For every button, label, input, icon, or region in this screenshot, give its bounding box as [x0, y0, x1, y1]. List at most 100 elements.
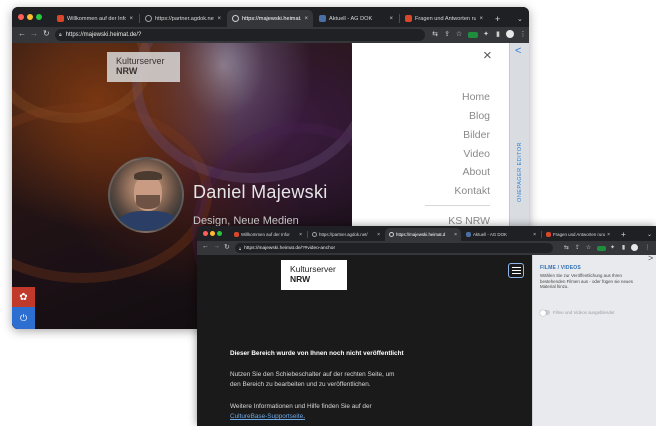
globe-icon	[312, 232, 317, 237]
kebab-menu-icon[interactable]: ⋮	[519, 30, 527, 38]
notice-link-suffix: .	[303, 413, 305, 420]
settings-gear-button[interactable]: ✿	[12, 287, 35, 307]
tab-aktuell-agdok[interactable]: Aktuell - AG DOK ×	[462, 228, 540, 241]
tab-aktuell-agdok[interactable]: Aktuell - AG DOK ×	[314, 10, 398, 27]
unpublished-notice-title: Dieser Bereich wurde von Ihnen noch nich…	[230, 350, 404, 357]
forward-arrow-icon[interactable]: →	[213, 243, 220, 250]
panel-title: FILME / VIDEOS	[540, 265, 581, 271]
lock-icon: 🔒︎	[239, 245, 242, 251]
kulturserver-logo[interactable]: Kulturserver NRW	[281, 260, 347, 290]
hamburger-menu-button[interactable]	[508, 263, 524, 278]
close-window-button[interactable]	[203, 231, 208, 236]
profile-avatar-icon[interactable]	[506, 30, 514, 38]
tab-partner-agdok[interactable]: https://partner.agdok.net/ ×	[308, 228, 384, 241]
zoom-window-button[interactable]	[36, 14, 42, 20]
new-tab-button[interactable]: +	[490, 10, 506, 27]
extension-badge-icon[interactable]	[597, 246, 606, 251]
logout-button[interactable]: ⏻	[12, 307, 35, 329]
minimize-window-button[interactable]	[27, 14, 33, 20]
profile-photo	[108, 157, 184, 233]
menu-item-bilder[interactable]: Bilder	[463, 129, 490, 141]
globe-icon	[145, 15, 152, 22]
browser-window-majewski-video: Willkommen auf der Infor × https://partn…	[197, 226, 656, 426]
close-menu-icon[interactable]: ×	[483, 48, 492, 63]
panel-description: Wählen Sie zur Veröffentlichung aus Ihre…	[540, 273, 633, 290]
publish-toggle[interactable]	[540, 309, 550, 316]
tab-majewski-active[interactable]: https://majewski.heimat.d ×	[227, 10, 313, 27]
kebab-menu-icon[interactable]: ⋮	[644, 244, 651, 251]
tab-partner-agdok[interactable]: https://partner.agdok.net/ ×	[140, 10, 226, 27]
translate-icon[interactable]: ⇆	[431, 30, 439, 38]
kulturserver-favicon-icon	[234, 232, 239, 237]
tab-close-icon[interactable]: ×	[299, 232, 302, 238]
tab-majewski-active[interactable]: https://majewski.heimat.d ×	[385, 228, 461, 241]
globe-icon	[389, 232, 394, 237]
onepager-editor-panel: > FILME / VIDEOS Wählen Sie zur Veröffen…	[532, 253, 656, 426]
tab-search-chevron-icon[interactable]: ⌄	[643, 228, 655, 241]
lock-icon: 🔒︎	[59, 32, 62, 38]
gear-icon: ✿	[19, 291, 28, 303]
tab-strip: Willkommen auf der Infor × https://partn…	[12, 7, 529, 27]
share-icon[interactable]: ⇪	[443, 30, 451, 38]
tab-willkommen[interactable]: Willkommen auf der Infor ×	[230, 228, 306, 241]
bookmark-star-icon[interactable]: ☆	[455, 30, 463, 38]
kulturserver-favicon-icon	[57, 15, 64, 22]
extension-badge-icon[interactable]	[468, 32, 478, 38]
translate-icon[interactable]: ⇆	[563, 244, 570, 251]
tab-fragen-antworten[interactable]: Fragen und Antworten rund ×	[542, 228, 614, 241]
tab-close-icon[interactable]: ×	[389, 16, 393, 22]
kulturserver-favicon-icon	[546, 232, 551, 237]
hamburger-icon	[511, 266, 521, 268]
menu-item-kontakt[interactable]: Kontakt	[454, 185, 490, 197]
tab-close-icon[interactable]: ×	[454, 232, 457, 238]
bookmark-star-icon[interactable]: ☆	[585, 244, 592, 251]
support-page-link-row: CultureBase-Supportseite.	[230, 413, 305, 420]
tab-close-icon[interactable]: ×	[479, 16, 483, 22]
tab-close-icon[interactable]: ×	[533, 232, 536, 238]
browser-toolbar: ← → ↻ 🔒︎ https://majewski.heimat.de/?#vi…	[197, 241, 656, 255]
tab-search-chevron-icon[interactable]: ⌄	[512, 10, 526, 27]
tab-close-icon[interactable]: ×	[129, 16, 133, 22]
new-tab-button[interactable]: +	[617, 228, 631, 241]
sidebar-icon[interactable]: ▮	[494, 30, 502, 38]
tab-willkommen[interactable]: Willkommen auf der Infor ×	[52, 10, 138, 27]
menu-item-home[interactable]: Home	[462, 91, 490, 103]
forward-arrow-icon[interactable]: →	[30, 29, 38, 38]
tab-strip: Willkommen auf der Infor × https://partn…	[197, 226, 656, 241]
minimize-window-button[interactable]	[210, 231, 215, 236]
profile-avatar-icon[interactable]	[631, 244, 638, 251]
back-arrow-icon[interactable]: ←	[202, 243, 209, 250]
reload-icon[interactable]: ↻	[43, 29, 50, 38]
extensions-puzzle-icon[interactable]: ✦	[609, 244, 616, 251]
share-icon[interactable]: ⇪	[574, 244, 581, 251]
address-bar[interactable]: 🔒︎ https://majewski.heimat.de/?#video-an…	[235, 243, 553, 253]
chevron-left-icon[interactable]: <	[515, 45, 521, 57]
toggle-label: Filme und Videos ausgeblendet	[553, 310, 615, 315]
chevron-right-icon[interactable]: >	[648, 253, 653, 263]
support-page-link[interactable]: CultureBase-Supportseite	[230, 413, 303, 420]
back-arrow-icon[interactable]: ←	[18, 29, 26, 38]
kulturserver-logo[interactable]: Kulturserver NRW	[107, 52, 180, 82]
address-bar[interactable]: 🔒︎ https://majewski.heimat.de/?	[55, 29, 425, 41]
page-content: Kulturserver NRW Dieser Bereich wurde vo…	[197, 253, 656, 426]
menu-item-video[interactable]: Video	[463, 148, 490, 160]
extensions-puzzle-icon[interactable]: ✦	[482, 30, 490, 38]
tab-close-icon[interactable]: ×	[304, 16, 308, 22]
tab-close-icon[interactable]: ×	[607, 232, 610, 238]
reload-icon[interactable]: ↻	[224, 243, 230, 251]
sidebar-icon[interactable]: ▮	[620, 244, 627, 251]
browser-toolbar: ← → ↻ 🔒︎ https://majewski.heimat.de/? ⇆ …	[12, 27, 529, 43]
tab-close-icon[interactable]: ×	[377, 232, 380, 238]
tab-close-icon[interactable]: ×	[217, 16, 221, 22]
tab-fragen-antworten[interactable]: Fragen und Antworten rund ×	[400, 10, 488, 27]
zoom-window-button[interactable]	[217, 231, 222, 236]
menu-item-about[interactable]: About	[463, 166, 490, 178]
kulturserver-favicon-icon	[405, 15, 412, 22]
close-window-button[interactable]	[18, 14, 24, 20]
url-text: https://majewski.heimat.de/?	[65, 32, 142, 38]
globe-icon	[232, 15, 239, 22]
onepager-editor-label: ONEPAGER EDITOR	[517, 142, 523, 202]
menu-item-blog[interactable]: Blog	[469, 110, 490, 122]
agdok-favicon-icon	[466, 232, 471, 237]
url-text: https://majewski.heimat.de/?#video-ancho…	[244, 245, 336, 251]
